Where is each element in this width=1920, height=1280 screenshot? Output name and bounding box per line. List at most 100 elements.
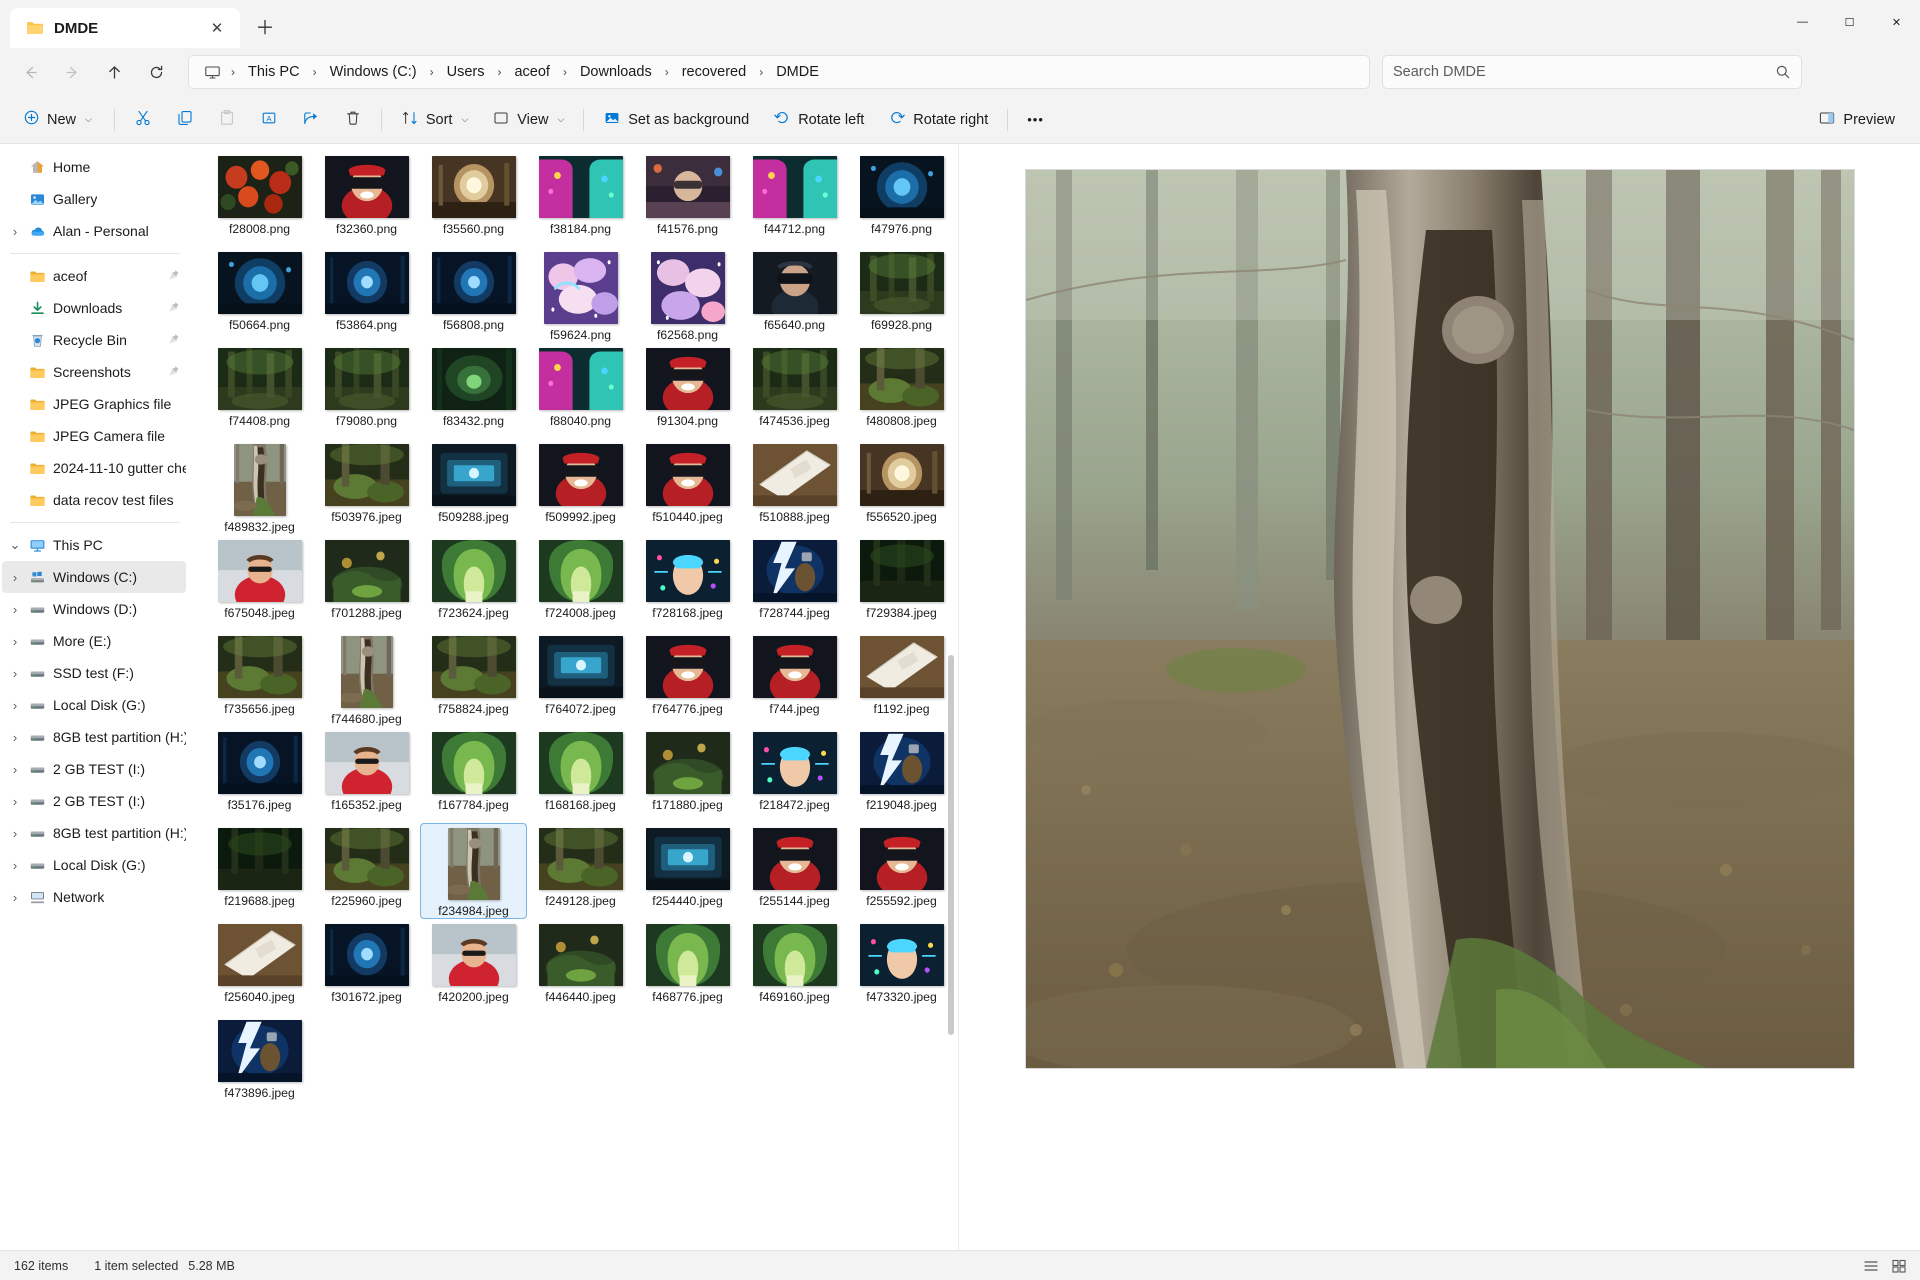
chevron-right-icon[interactable]: › [4,602,26,617]
file-item[interactable]: f59624.png [527,247,634,343]
file-item[interactable]: f165352.jpeg [313,727,420,823]
search-icon[interactable] [1775,64,1791,83]
file-item[interactable]: f218472.jpeg [741,727,848,823]
file-item[interactable]: f503976.jpeg [313,439,420,535]
file-item[interactable]: f1192.jpeg [848,631,955,727]
pin-icon[interactable] [168,268,180,284]
rotate-left-button[interactable]: Rotate left [762,102,875,138]
file-item[interactable]: f729384.jpeg [848,535,955,631]
file-item[interactable]: f62568.png [634,247,741,343]
sidebar-item-data-recov-test-files[interactable]: data recov test files [2,484,186,516]
more-options-button[interactable]: ••• [1016,102,1055,138]
sidebar-item-gallery[interactable]: Gallery [2,183,186,215]
file-item[interactable]: f510440.jpeg [634,439,741,535]
file-item[interactable]: f480808.jpeg [848,343,955,439]
file-item[interactable]: f473320.jpeg [848,919,955,1015]
sidebar-item-windows-d[interactable]: › Windows (D:) [2,593,186,625]
sidebar-item-2024-11-10-gutter-check[interactable]: 2024-11-10 gutter check [2,452,186,484]
chevron-right-icon[interactable]: › [4,858,26,873]
file-item[interactable]: f32360.png [313,151,420,247]
file-item[interactable]: f701288.jpeg [313,535,420,631]
copy-button[interactable] [165,102,205,138]
chevron-right-icon[interactable]: › [4,224,26,239]
file-item[interactable]: f469160.jpeg [741,919,848,1015]
new-tab-button[interactable]: ＋ [248,11,282,45]
file-item[interactable]: f744680.jpeg [313,631,420,727]
file-item[interactable]: f728168.jpeg [634,535,741,631]
view-button[interactable]: View ⌵ [481,102,575,138]
file-item[interactable]: f41576.png [634,151,741,247]
breadcrumb-item-recovered[interactable]: recovered [674,60,754,84]
file-item[interactable]: f219688.jpeg [206,823,313,919]
file-item[interactable]: f83432.png [420,343,527,439]
details-view-icon[interactable] [1862,1257,1880,1275]
file-item[interactable]: f764072.jpeg [527,631,634,727]
file-item[interactable]: f79080.png [313,343,420,439]
chevron-right-icon[interactable]: › [4,570,26,585]
chevron-right-icon[interactable]: › [4,730,26,745]
rotate-right-button[interactable]: Rotate right [877,102,999,138]
delete-button[interactable] [333,102,373,138]
file-item[interactable]: f724008.jpeg [527,535,634,631]
pin-icon[interactable] [168,300,180,316]
file-item[interactable]: f47976.png [848,151,955,247]
chevron-down-icon[interactable]: ⌄ [4,538,26,551]
sidebar-item-recycle-bin[interactable]: Recycle Bin [2,324,186,356]
new-button[interactable]: New ⌵ [12,102,106,138]
file-item[interactable]: f56808.png [420,247,527,343]
file-item[interactable]: f69928.png [848,247,955,343]
refresh-icon[interactable] [138,55,174,89]
sidebar-item-alan-personal[interactable]: › Alan - Personal [2,215,186,247]
chevron-right-icon[interactable]: › [4,698,26,713]
file-item[interactable]: f473896.jpeg [206,1015,313,1111]
file-item[interactable]: f91304.png [634,343,741,439]
breadcrumb-item-dmde[interactable]: DMDE [768,60,827,84]
file-item[interactable]: f249128.jpeg [527,823,634,919]
file-item[interactable]: f301672.jpeg [313,919,420,1015]
file-item[interactable]: f167784.jpeg [420,727,527,823]
tab-dmde[interactable]: DMDE ✕ [10,8,240,48]
breadcrumb-item-downloads[interactable]: Downloads [572,60,660,84]
file-item[interactable]: f474536.jpeg [741,343,848,439]
file-item[interactable]: f764776.jpeg [634,631,741,727]
this-pc-icon[interactable] [197,64,226,81]
chevron-right-icon[interactable]: › [4,666,26,681]
grid-view-icon[interactable] [1890,1257,1908,1275]
file-item[interactable]: f50664.png [206,247,313,343]
file-item[interactable]: f556520.jpeg [848,439,955,535]
sidebar-item-ssd-test-f[interactable]: › SSD test (F:) [2,657,186,689]
close-window-button[interactable]: ✕ [1873,0,1920,44]
breadcrumb-item-aceof[interactable]: aceof [506,60,557,84]
vertical-scrollbar[interactable] [948,655,954,1035]
chevron-right-icon[interactable]: › [4,794,26,809]
cut-button[interactable] [123,102,163,138]
file-item[interactable]: f65640.png [741,247,848,343]
file-item[interactable]: f28008.png [206,151,313,247]
sidebar-item-local-disk-g[interactable]: › Local Disk (G:) [2,689,186,721]
sidebar-item-jpeg-camera-file[interactable]: JPEG Camera file [2,420,186,452]
file-item[interactable]: f509992.jpeg [527,439,634,535]
close-icon[interactable]: ✕ [204,15,230,41]
breadcrumb-item-this-pc[interactable]: This PC [240,60,308,84]
pin-icon[interactable] [168,364,180,380]
file-item[interactable]: f758824.jpeg [420,631,527,727]
sidebar-item-2-gb-test-i[interactable]: › 2 GB TEST (I:) [2,785,186,817]
file-item[interactable]: f35176.jpeg [206,727,313,823]
file-item[interactable]: f53864.png [313,247,420,343]
sidebar-item-jpeg-graphics-file[interactable]: JPEG Graphics file [2,388,186,420]
chevron-right-icon[interactable]: › [4,634,26,649]
sidebar-item-2-gb-test-i[interactable]: › 2 GB TEST (I:) [2,753,186,785]
sidebar-item-home[interactable]: Home [2,151,186,183]
share-button[interactable] [291,102,331,138]
file-item[interactable]: f254440.jpeg [634,823,741,919]
file-item[interactable]: f675048.jpeg [206,535,313,631]
file-item[interactable]: f256040.jpeg [206,919,313,1015]
file-item[interactable]: f509288.jpeg [420,439,527,535]
file-item[interactable]: f234984.jpeg [420,823,527,919]
file-item[interactable]: f255144.jpeg [741,823,848,919]
file-item[interactable]: f168168.jpeg [527,727,634,823]
file-item[interactable]: f225960.jpeg [313,823,420,919]
file-item[interactable]: f420200.jpeg [420,919,527,1015]
file-item[interactable]: f35560.png [420,151,527,247]
file-item[interactable]: f510888.jpeg [741,439,848,535]
